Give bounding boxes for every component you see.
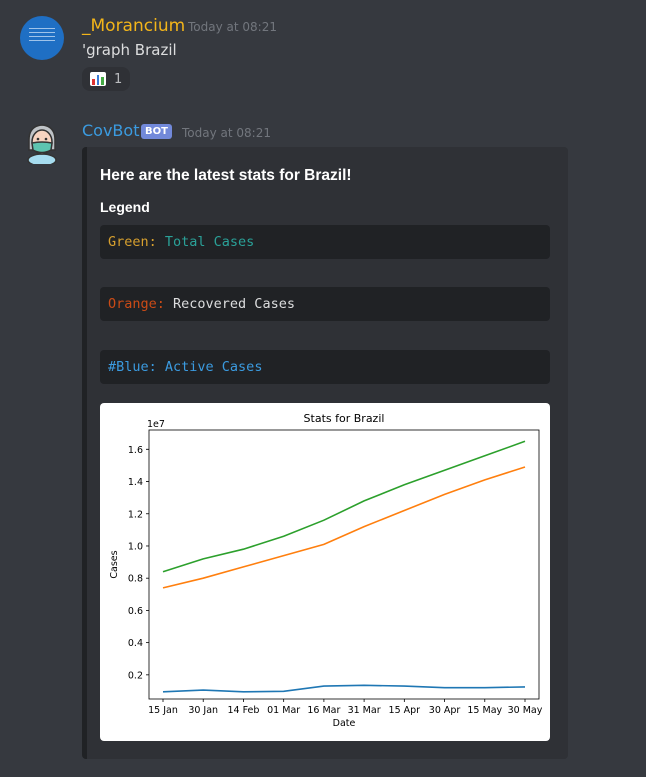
code-key: Orange: — [108, 296, 165, 312]
x-tick-label: 15 Jan — [148, 705, 178, 716]
chart-title: Stats for Brazil — [304, 412, 385, 425]
reaction-count: 1 — [114, 71, 123, 87]
x-tick-label: 15 Apr — [389, 705, 421, 716]
x-tick-label: 30 May — [508, 705, 543, 716]
y-tick-label: 1.6 — [128, 445, 143, 456]
y-tick-label: 0.2 — [128, 670, 143, 681]
x-tick-label: 15 May — [467, 705, 502, 716]
x-tick-label: 30 Jan — [188, 705, 218, 716]
avatar[interactable] — [20, 120, 64, 167]
x-tick-label: 16 Mar — [307, 705, 340, 716]
code-value: Total Cases — [156, 234, 255, 250]
x-tick-label: 01 Mar — [267, 705, 300, 716]
username[interactable]: CovBot — [82, 121, 139, 140]
series-line-3 — [162, 684, 526, 693]
x-tick-label: 30 Apr — [429, 705, 461, 716]
embed-title: Here are the latest stats for Brazil! — [100, 167, 352, 184]
bot-tag: BOT — [141, 124, 172, 139]
code-block-recovered: Orange: Recovered Cases — [100, 287, 550, 321]
username[interactable]: _Morancium — [82, 16, 185, 36]
y-tick-label: 1.0 — [128, 541, 143, 552]
code-key: Green: — [108, 234, 157, 250]
avatar-image — [29, 28, 55, 48]
message-content: 'graph Brazil — [82, 41, 177, 59]
masked-person-icon — [27, 124, 57, 167]
avatar[interactable] — [20, 16, 64, 60]
code-value: Recovered Cases — [164, 296, 295, 312]
timestamp: Today at 08:21 — [182, 126, 271, 140]
x-axis-label: Date — [333, 718, 356, 729]
y-axis-label: Cases — [109, 550, 120, 578]
code-key: #Blue: — [108, 359, 157, 375]
code-block-total: Green: Total Cases — [100, 225, 550, 259]
y-tick-label: 1.2 — [128, 509, 143, 520]
code-block-active: #Blue: Active Cases — [100, 350, 550, 384]
timestamp: Today at 08:21 — [188, 20, 277, 34]
x-tick-label: 31 Mar — [348, 705, 381, 716]
y-tick-label: 0.8 — [128, 574, 143, 585]
bar-chart-emoji-icon — [90, 72, 106, 86]
series-line-2 — [162, 466, 526, 589]
y-tick-label: 1.4 — [128, 477, 143, 488]
plot-frame — [148, 429, 540, 700]
y-tick-label: 0.4 — [128, 638, 143, 649]
y-tick-label: 0.6 — [128, 606, 143, 617]
code-value: Active Cases — [156, 359, 263, 375]
reaction-button[interactable]: 1 — [82, 67, 131, 91]
y-multiplier-label: 1e7 — [147, 419, 165, 430]
series-line-1 — [162, 440, 526, 573]
embed-legend-heading: Legend — [100, 199, 150, 215]
x-tick-label: 14 Feb — [227, 705, 259, 716]
chart-image[interactable]: Stats for Brazil 1e7 Date Cases 0.2 0.4 0.6 0.8… — [100, 403, 550, 741]
embed: Here are the latest stats for Brazil! Le… — [82, 147, 568, 759]
line-chart: Stats for Brazil 1e7 Date Cases 0.2 0.4 0.6 0.8… — [109, 412, 543, 729]
